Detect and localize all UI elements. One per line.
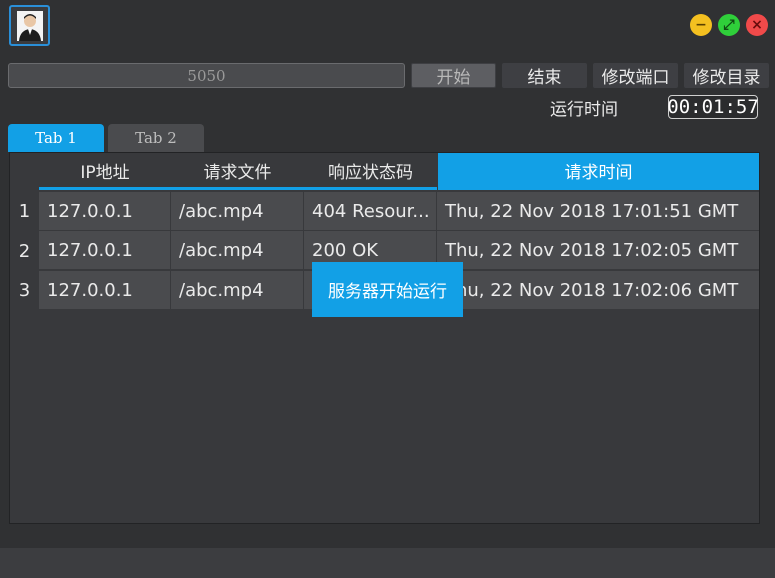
avatar[interactable]: [9, 5, 50, 46]
maximize-button[interactable]: ⤢: [718, 14, 740, 36]
status-toast: 服务器开始运行: [312, 262, 463, 317]
request-table: IP地址 请求文件 响应状态码 请求时间 1 127.0.0.1 /abc.mp…: [9, 152, 760, 524]
runtime-clock: 00:01:57: [667, 95, 759, 119]
maximize-icon: ⤢: [723, 17, 735, 33]
close-icon: ×: [751, 17, 763, 33]
change-directory-button[interactable]: 修改目录: [684, 63, 769, 88]
table-cell-file[interactable]: /abc.mp4: [171, 271, 303, 309]
close-button[interactable]: ×: [746, 14, 768, 36]
header-status[interactable]: 响应状态码: [304, 153, 437, 190]
user-avatar-icon: [16, 10, 43, 41]
table-cell-file[interactable]: /abc.mp4: [171, 231, 303, 269]
header-ip[interactable]: IP地址: [39, 153, 171, 190]
start-button[interactable]: 开始: [411, 63, 496, 88]
status-bar: [0, 548, 775, 578]
table-cell-status[interactable]: 404 Resour...: [304, 192, 436, 230]
end-button[interactable]: 结束: [502, 63, 587, 88]
header-time[interactable]: 请求时间: [438, 153, 759, 190]
table-cell-file[interactable]: /abc.mp4: [171, 192, 303, 230]
port-input[interactable]: [8, 63, 405, 88]
row-number[interactable]: 2: [10, 231, 39, 271]
table-cell-time[interactable]: Thu, 22 Nov 2018 17:02:06 GMT: [437, 271, 759, 309]
table-cell-time[interactable]: Thu, 22 Nov 2018 17:01:51 GMT: [437, 192, 759, 230]
table-cell-ip[interactable]: 127.0.0.1: [39, 271, 170, 309]
tab-2[interactable]: Tab 2: [108, 124, 204, 152]
tab-1[interactable]: Tab 1: [8, 124, 104, 152]
table-cell-time[interactable]: Thu, 22 Nov 2018 17:02:05 GMT: [437, 231, 759, 269]
row-number[interactable]: 3: [10, 270, 39, 310]
minimize-icon: −: [695, 17, 707, 33]
row-number[interactable]: 1: [10, 191, 39, 231]
minimize-button[interactable]: −: [690, 14, 712, 36]
table-corner: [10, 153, 39, 190]
header-file[interactable]: 请求文件: [171, 153, 304, 190]
change-port-button[interactable]: 修改端口: [593, 63, 678, 88]
table-cell-ip[interactable]: 127.0.0.1: [39, 231, 170, 269]
table-cell-ip[interactable]: 127.0.0.1: [39, 192, 170, 230]
runtime-label: 运行时间: [550, 100, 618, 120]
